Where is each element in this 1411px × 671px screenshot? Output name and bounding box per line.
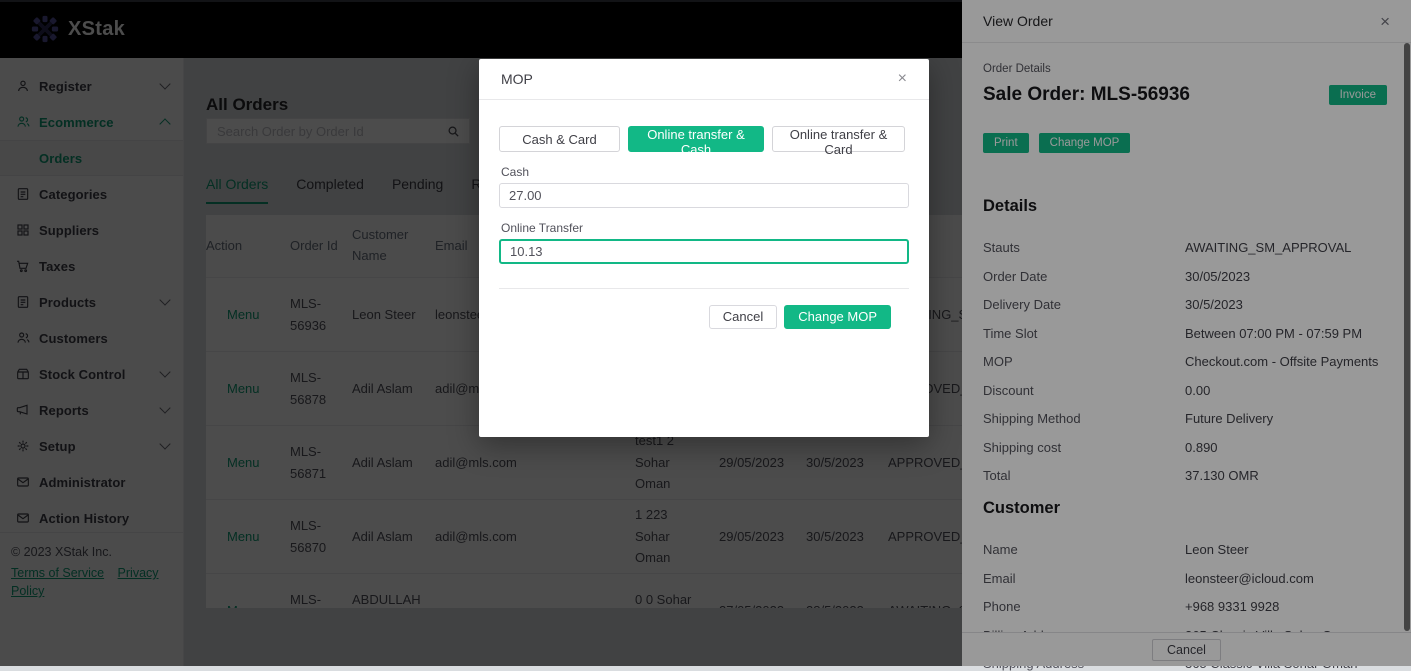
mop-modal: MOP × Cash & Card Online transfer & Cash… bbox=[479, 59, 929, 437]
cash-field-label: Cash bbox=[501, 165, 909, 179]
modal-footer: Cancel Change MOP bbox=[499, 288, 909, 344]
option-online-cash[interactable]: Online transfer & Cash bbox=[628, 126, 764, 152]
modal-change-mop-button[interactable]: Change MOP bbox=[784, 305, 891, 329]
option-cash-card[interactable]: Cash & Card bbox=[499, 126, 620, 152]
cash-amount-input[interactable] bbox=[499, 183, 909, 208]
modal-body: Cash & Card Online transfer & Cash Onlin… bbox=[479, 100, 929, 344]
online-transfer-amount-input[interactable] bbox=[499, 239, 909, 264]
modal-header: MOP × bbox=[479, 59, 929, 100]
online-transfer-field-label: Online Transfer bbox=[501, 221, 909, 235]
close-icon[interactable]: × bbox=[898, 71, 907, 87]
mop-options: Cash & Card Online transfer & Cash Onlin… bbox=[499, 126, 909, 152]
modal-title: MOP bbox=[501, 71, 533, 87]
option-online-card[interactable]: Online transfer & Card bbox=[772, 126, 905, 152]
modal-cancel-button[interactable]: Cancel bbox=[709, 305, 777, 329]
